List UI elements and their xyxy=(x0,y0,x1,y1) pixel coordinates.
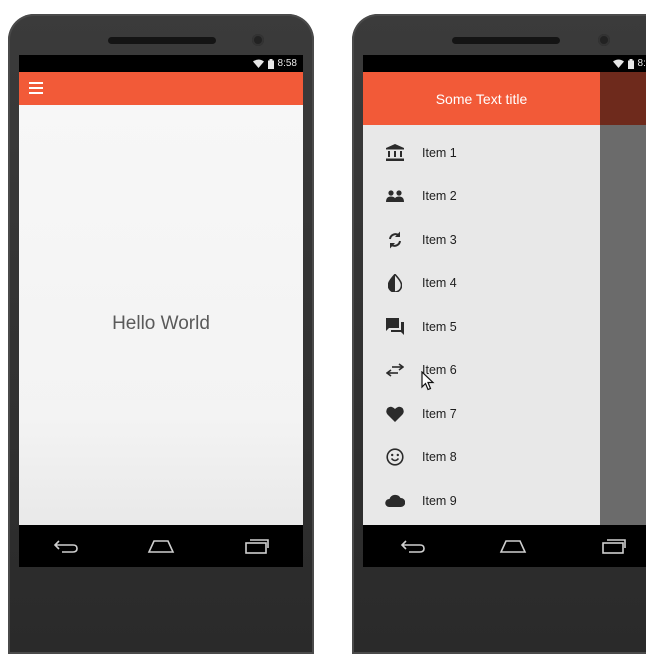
main-content: Hello World xyxy=(19,105,303,525)
left-phone-screen: 8:58 Hello World xyxy=(19,55,303,567)
chat-icon xyxy=(382,317,408,337)
drawer-item-2[interactable]: Item 2 xyxy=(363,175,600,219)
drawer-item-7[interactable]: Item 7 xyxy=(363,392,600,436)
drawer-item-label: Item 4 xyxy=(422,276,457,291)
drawer-list: Item 1 Item 2 Item 3 Item 4 Item 5 Item … xyxy=(363,125,600,523)
battery-icon xyxy=(627,58,634,69)
drawer-item-label: Item 7 xyxy=(422,406,457,421)
right-phone-screen: 8:44 Some Text title Item 1 Item 2 Item … xyxy=(363,55,646,567)
swap-arrows-icon xyxy=(382,360,408,380)
front-camera xyxy=(598,34,610,46)
drawer-item-label: Item 5 xyxy=(422,319,457,334)
sync-icon xyxy=(382,230,408,250)
smiley-icon xyxy=(382,447,408,467)
wifi-icon xyxy=(612,59,624,68)
drawer-item-label: Item 9 xyxy=(422,493,457,508)
status-time: 8:58 xyxy=(277,58,297,69)
drawer-item-6[interactable]: Item 6 xyxy=(363,349,600,393)
drawer-item-label: Item 1 xyxy=(422,145,457,160)
home-icon[interactable] xyxy=(147,538,175,554)
dimmed-app-bar xyxy=(600,72,646,125)
bank-icon xyxy=(382,143,408,163)
drawer-item-3[interactable]: Item 3 xyxy=(363,218,600,262)
earpiece-speaker xyxy=(452,37,560,44)
wifi-icon xyxy=(252,59,264,68)
drawer-item-label: Item 8 xyxy=(422,450,457,465)
status-time: 8:44 xyxy=(637,58,646,69)
navigation-bar xyxy=(363,525,646,567)
cloud-icon xyxy=(382,491,408,511)
mouse-cursor-icon xyxy=(421,371,435,391)
right-phone-frame: 8:44 Some Text title Item 1 Item 2 Item … xyxy=(352,14,646,654)
heart-icon xyxy=(382,404,408,424)
front-camera xyxy=(252,34,264,46)
back-icon[interactable] xyxy=(400,538,426,554)
navigation-bar xyxy=(19,525,303,567)
drawer-item-4[interactable]: Item 4 xyxy=(363,262,600,306)
status-bar: 8:44 xyxy=(363,55,646,72)
earpiece-speaker xyxy=(108,37,216,44)
navigation-drawer: Some Text title Item 1 Item 2 Item 3 Ite… xyxy=(363,72,600,525)
people-icon xyxy=(382,186,408,206)
left-phone-frame: 8:58 Hello World xyxy=(8,14,314,654)
drawer-item-8[interactable]: Item 8 xyxy=(363,436,600,480)
recents-icon[interactable] xyxy=(243,538,269,554)
drawer-item-9[interactable]: Item 9 xyxy=(363,479,600,523)
back-icon[interactable] xyxy=(53,538,79,554)
recents-icon[interactable] xyxy=(600,538,627,554)
drawer-item-label: Item 3 xyxy=(422,232,457,247)
app-bar xyxy=(19,72,303,105)
contrast-icon xyxy=(382,273,408,293)
drawer-header-title: Some Text title xyxy=(363,72,600,125)
status-bar: 8:58 xyxy=(19,55,303,72)
hamburger-menu-icon[interactable] xyxy=(29,82,43,94)
battery-icon xyxy=(267,58,274,69)
home-icon[interactable] xyxy=(499,538,527,554)
drawer-item-5[interactable]: Item 5 xyxy=(363,305,600,349)
hello-text: Hello World xyxy=(112,313,210,334)
drawer-item-label: Item 2 xyxy=(422,189,457,204)
drawer-item-1[interactable]: Item 1 xyxy=(363,131,600,175)
